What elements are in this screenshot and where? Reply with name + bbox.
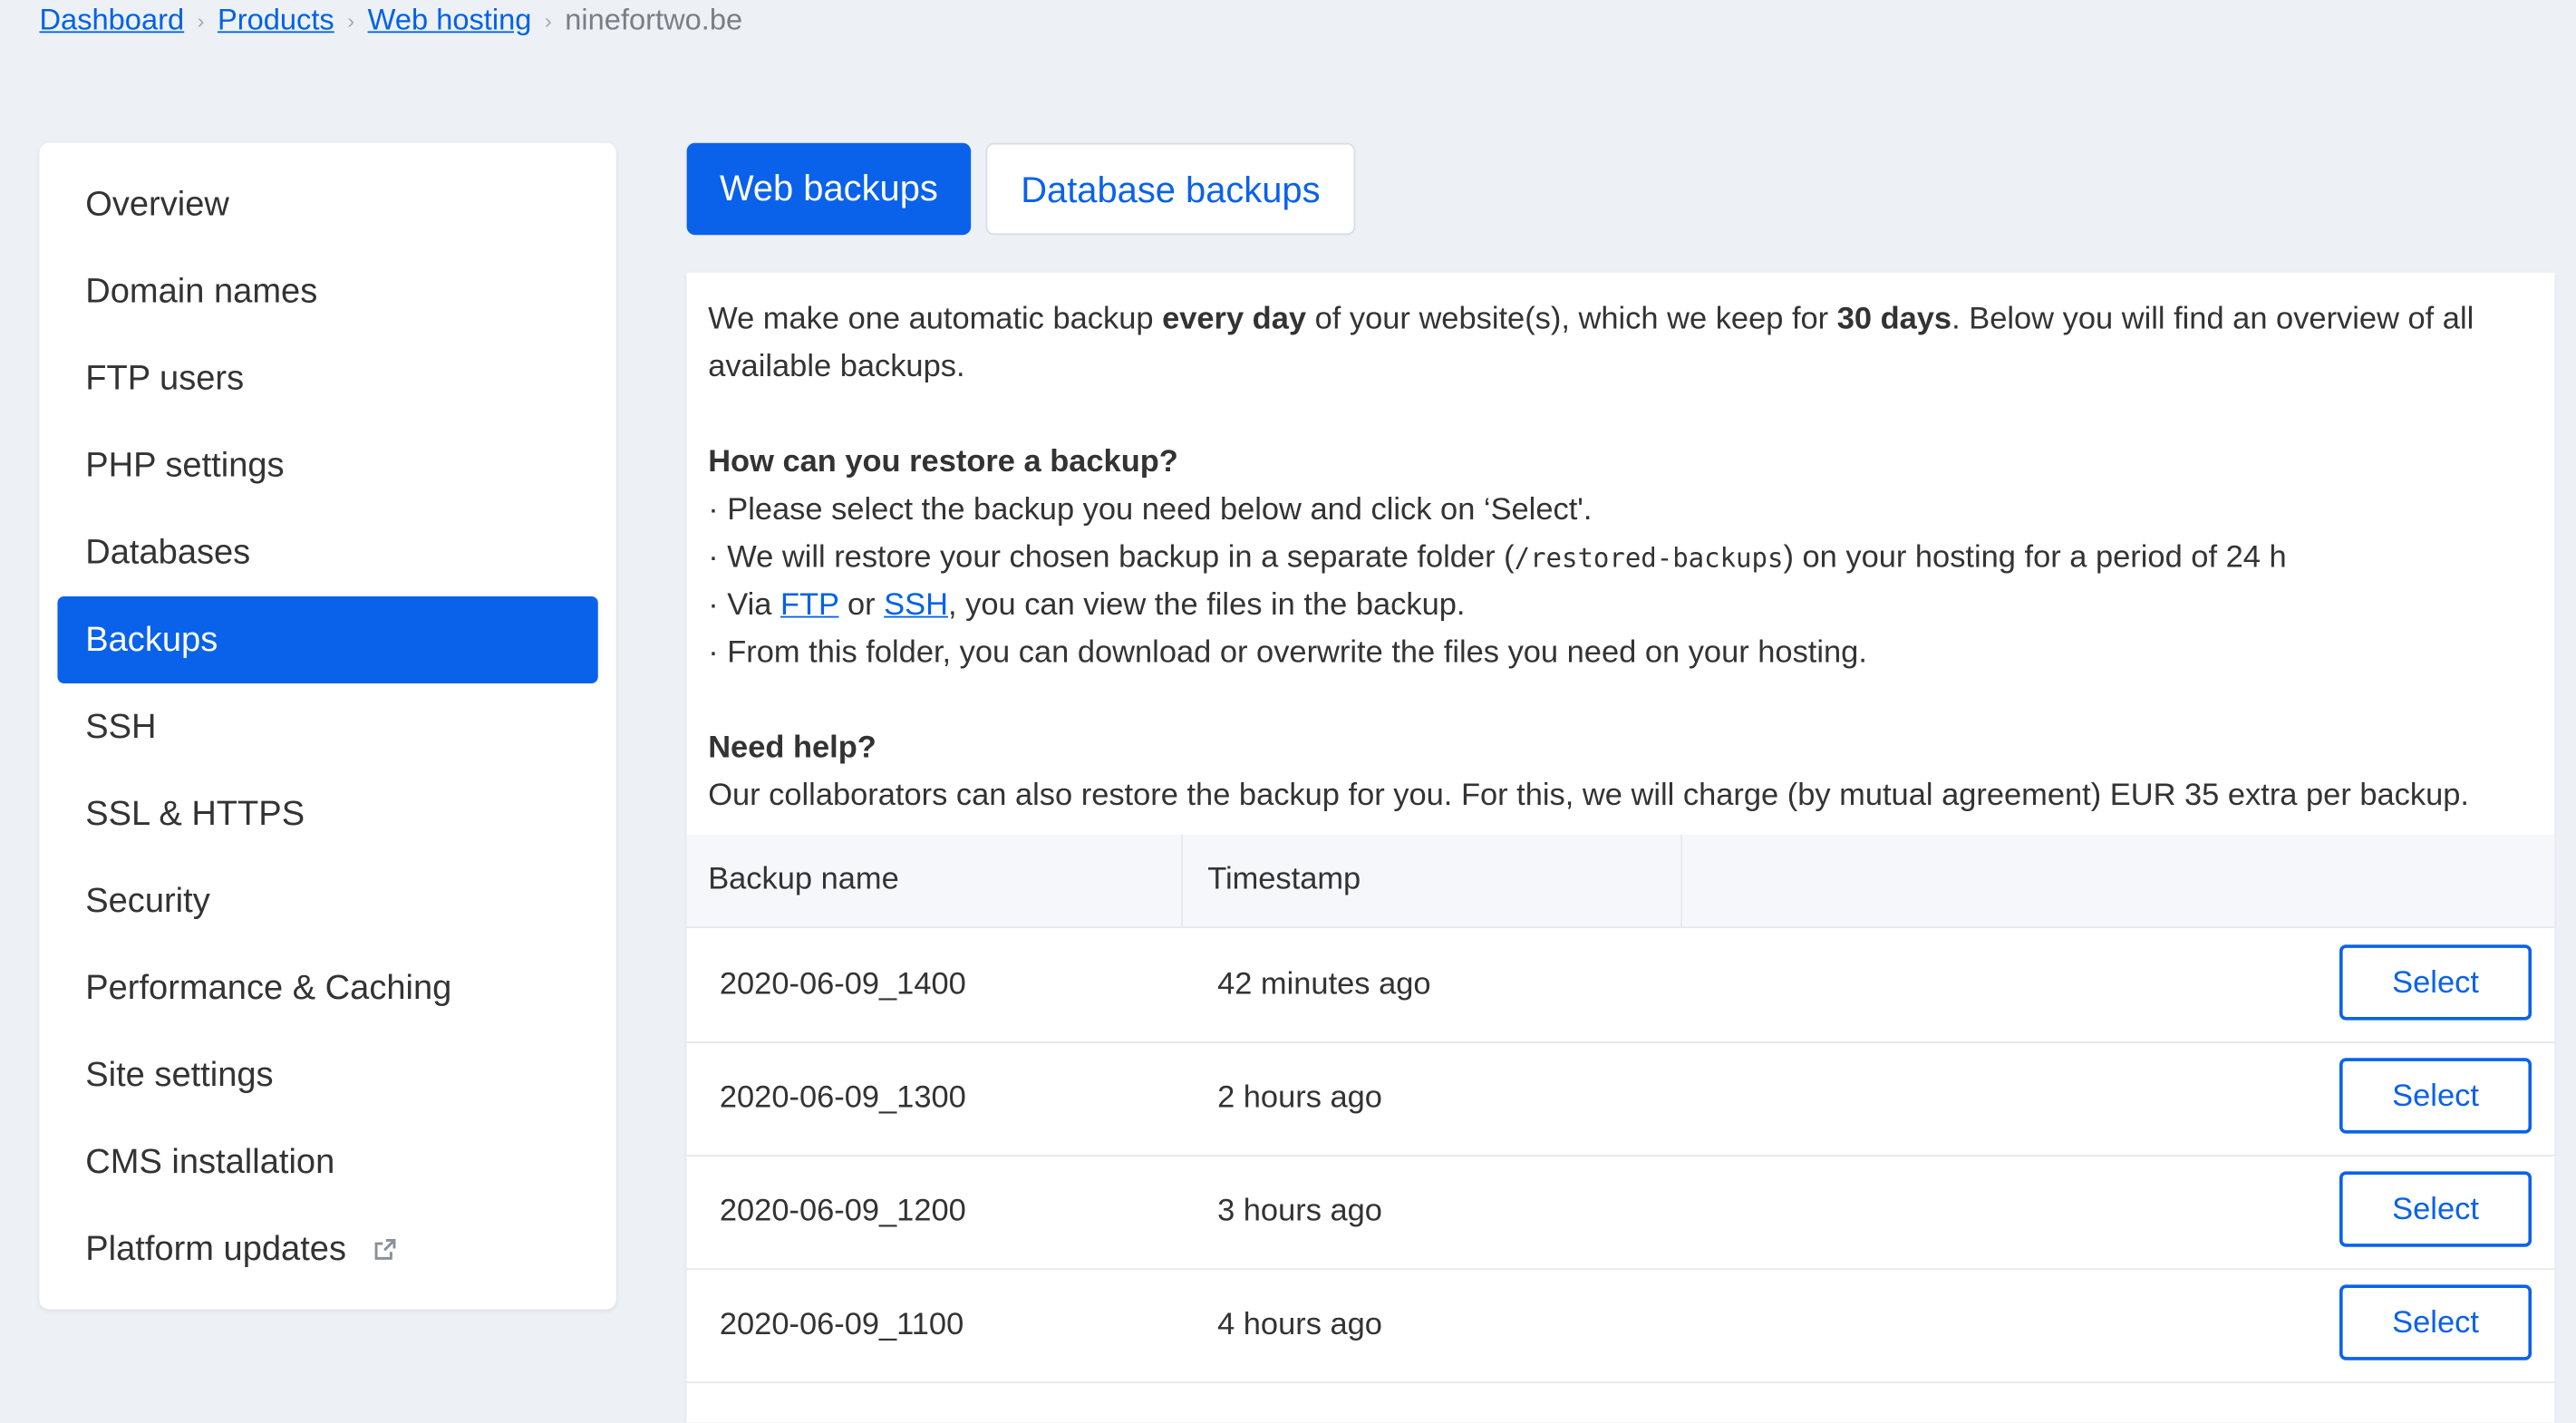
column-header-timestamp: Timestamp xyxy=(1183,834,1682,927)
backup-name: 2020-06-09_1400 xyxy=(719,967,966,1002)
sidebar-item-ssh[interactable]: SSH xyxy=(57,683,597,770)
sidebar-item-label: Security xyxy=(85,882,210,920)
sidebar-item-overview[interactable]: Overview xyxy=(57,161,597,248)
restore-step-1: · Please select the backup you need belo… xyxy=(708,492,1593,528)
table-row: 2020-06-09_1300 2 hours ago Select xyxy=(686,1041,2555,1157)
backup-name: 2020-06-09_1300 xyxy=(719,1080,966,1116)
backup-name: 2020-06-09_1100 xyxy=(719,1307,964,1342)
table-row: 2020-06-09_1200 3 hours ago Select xyxy=(686,1155,2555,1271)
external-link-icon xyxy=(373,1207,397,1294)
select-button[interactable]: Select xyxy=(2339,1171,2532,1247)
backup-timestamp: 2 hours ago xyxy=(1217,1080,1382,1116)
sidebar-item-backups[interactable]: Backups xyxy=(57,595,598,683)
sidebar-item-ftp-users[interactable]: FTP users xyxy=(57,335,597,422)
sidebar-item-label: Databases xyxy=(85,534,251,572)
sidebar-item-databases[interactable]: Databases xyxy=(57,509,597,596)
backup-tabs: Web backups Database backups xyxy=(686,142,1356,236)
select-button[interactable]: Select xyxy=(2339,944,2532,1021)
backup-timestamp: 3 hours ago xyxy=(1217,1194,1382,1229)
restore-step-2: · We will restore your chosen backup in … xyxy=(708,540,2287,576)
table-header: Backup name Timestamp xyxy=(686,834,2555,929)
sidebar-item-label: Site settings xyxy=(85,1056,274,1095)
sidebar-item-label: Overview xyxy=(85,185,229,224)
backup-name: 2020-06-09_1200 xyxy=(719,1194,966,1229)
sidebar-item-label: CMS installation xyxy=(85,1143,335,1182)
breadcrumb-dashboard-link[interactable]: Dashboard xyxy=(40,3,185,37)
sidebar-item-php-settings[interactable]: PHP settings xyxy=(57,422,597,509)
table-row: 2020-06-09_1400 42 minutes ago Select xyxy=(686,928,2555,1043)
sidebar-item-security[interactable]: Security xyxy=(57,857,597,944)
sidebar-item-cms-installation[interactable]: CMS installation xyxy=(57,1118,597,1205)
column-header-backup-name: Backup name xyxy=(687,834,1183,927)
sidebar-item-label: SSL & HTTPS xyxy=(85,795,305,833)
sidebar-item-label: Platform updates xyxy=(85,1230,347,1269)
backups-panel: We make one automatic backup every day o… xyxy=(686,272,2555,1423)
chevron-right-icon: › xyxy=(544,7,552,33)
sidebar-item-label: FTP users xyxy=(85,359,245,398)
restore-heading: How can you restore a backup? xyxy=(708,445,1178,480)
chevron-right-icon: › xyxy=(347,7,355,33)
restored-backups-path: /restored-backups xyxy=(1514,542,1784,574)
intro-text: We make one automatic backup every day o… xyxy=(708,302,2474,385)
sidebar-item-label: PHP settings xyxy=(85,447,285,485)
column-header-actions xyxy=(1682,835,2554,927)
tab-web-backups[interactable]: Web backups xyxy=(686,142,972,236)
sidebar-item-label: SSH xyxy=(85,708,157,746)
backup-timestamp: 42 minutes ago xyxy=(1217,967,1431,1002)
table-row: 2020-06-09_1100 4 hours ago Select xyxy=(686,1268,2555,1384)
sidebar-item-site-settings[interactable]: Site settings xyxy=(57,1031,597,1118)
sidebar: Overview Domain names FTP users PHP sett… xyxy=(39,142,616,1310)
backup-info: We make one automatic backup every day o… xyxy=(687,273,2555,820)
breadcrumb: Dashboard › Products › Web hosting › nin… xyxy=(40,0,743,40)
sidebar-item-platform-updates[interactable]: Platform updates xyxy=(57,1205,597,1292)
backup-timestamp: 4 hours ago xyxy=(1217,1307,1382,1342)
select-button[interactable]: Select xyxy=(2339,1284,2532,1360)
sidebar-item-domain-names[interactable]: Domain names xyxy=(57,248,597,335)
help-text: Our collaborators can also restore the b… xyxy=(708,779,2469,814)
restore-step-4: · From this folder, you can download or … xyxy=(708,635,1867,671)
sidebar-item-label: Domain names xyxy=(85,272,318,311)
chevron-right-icon: › xyxy=(197,7,205,33)
help-heading: Need help? xyxy=(708,731,876,766)
breadcrumb-products-link[interactable]: Products xyxy=(218,3,334,37)
sidebar-item-label: Backups xyxy=(85,621,218,659)
select-button[interactable]: Select xyxy=(2339,1058,2532,1134)
ftp-link[interactable]: FTP xyxy=(780,588,838,623)
tab-database-backups[interactable]: Database backups xyxy=(985,142,1356,236)
breadcrumb-web-hosting-link[interactable]: Web hosting xyxy=(368,3,532,37)
sidebar-item-ssl-https[interactable]: SSL & HTTPS xyxy=(57,770,597,857)
sidebar-item-performance-caching[interactable]: Performance & Caching xyxy=(57,944,597,1031)
breadcrumb-current: ninefortwo.be xyxy=(565,2,743,35)
restore-step-3: · Via FTP or SSH, you can view the files… xyxy=(708,587,1466,623)
sidebar-item-label: Performance & Caching xyxy=(85,969,452,1008)
ssh-link[interactable]: SSH xyxy=(884,588,948,623)
